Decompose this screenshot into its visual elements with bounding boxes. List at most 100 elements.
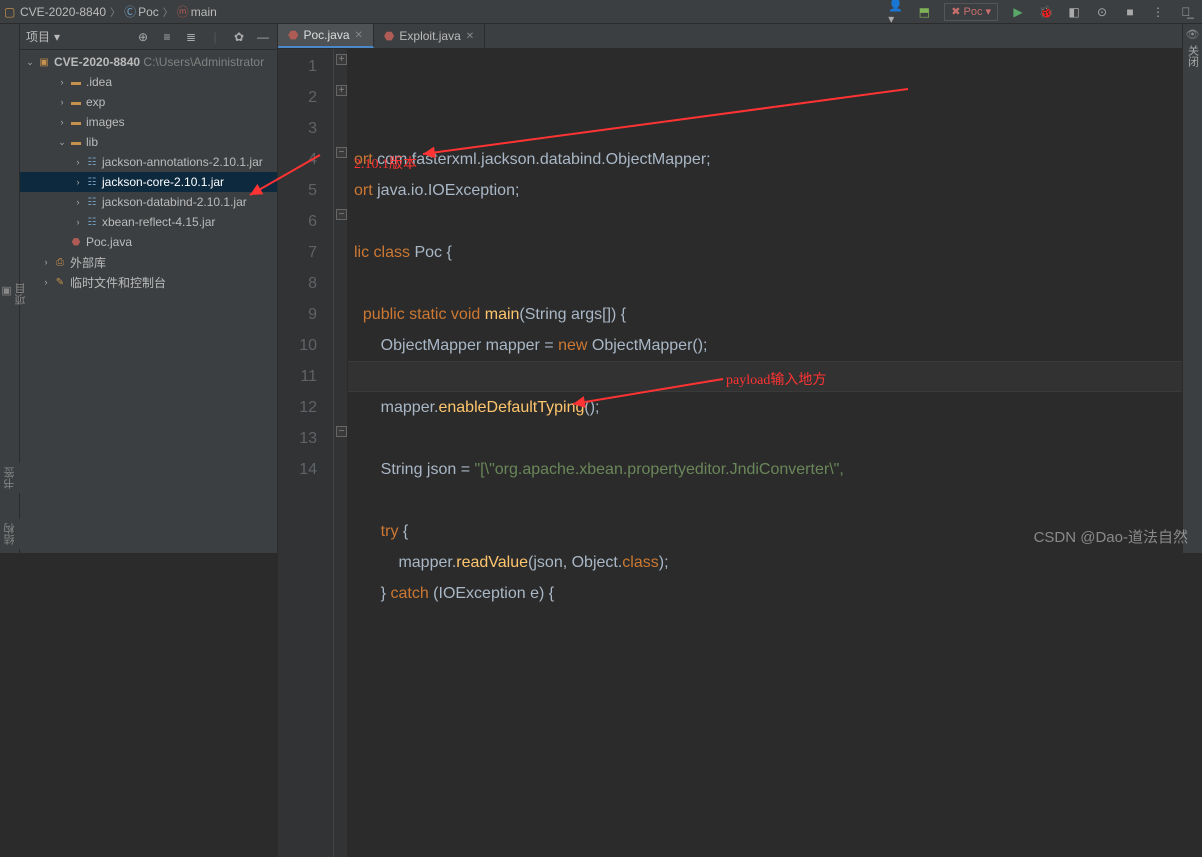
crumb-class[interactable]: Ⓒ Poc (124, 3, 159, 20)
method-icon: ⓜ (177, 3, 189, 20)
run-icon[interactable]: ▶ (1010, 4, 1026, 20)
crumb-label: CVE-2020-8840 (20, 5, 106, 19)
project-tool-icon[interactable]: ▣ (0, 284, 13, 297)
fold-marker-icon[interactable]: + (336, 54, 347, 65)
user-icon[interactable]: 👤▾ (888, 4, 904, 20)
tree-item[interactable]: ⌄▬lib (20, 132, 277, 152)
tree-item-label: jackson-databind-2.10.1.jar (102, 195, 247, 209)
crumb-label: main (191, 5, 217, 19)
crumb-label: Poc (138, 5, 159, 19)
tree-item[interactable]: ›▬images (20, 112, 277, 132)
file-icon: ▬ (68, 95, 84, 109)
fold-marker-icon[interactable]: − (336, 426, 347, 437)
chevron-right-icon: 〉 (163, 4, 173, 19)
chevron-down-icon: ⌄ (24, 57, 36, 68)
left-gutter-structure[interactable]: 结构 (0, 519, 20, 549)
chevron-right-icon: 〉 (110, 4, 120, 19)
main-area: ▣ 项目 项目 ▾ ⊕ ≡ ≣ | ✿ — ⌄ ▣ CVE-2020-8840 (0, 24, 1202, 553)
run-config-label: Poc (964, 6, 983, 18)
class-icon: Ⓒ (124, 3, 136, 20)
tree-root[interactable]: ⌄ ▣ CVE-2020-8840 C:\Users\Administrator (20, 52, 277, 72)
select-opened-file-icon[interactable]: ⊕ (135, 29, 151, 45)
file-icon: ▬ (68, 115, 84, 129)
left-gutter-bookmarks[interactable]: 书签 (0, 463, 20, 493)
expand-icon: › (72, 197, 84, 207)
coverage-icon[interactable]: ◧ (1066, 4, 1082, 20)
folder-icon: ▣ (36, 55, 52, 69)
tree-item[interactable]: ›☷jackson-databind-2.10.1.jar (20, 192, 277, 212)
tree-item[interactable]: ⬣Poc.java (20, 232, 277, 252)
fold-column: + + − − − (334, 49, 348, 857)
tree-item-label: 外部库 (70, 254, 106, 271)
collapse-all-icon[interactable]: ≡ (159, 29, 175, 45)
profile-icon[interactable]: ⊙ (1094, 4, 1110, 20)
fold-marker-icon[interactable]: + (336, 85, 347, 96)
tree-item[interactable]: ›✎临时文件和控制台 (20, 272, 277, 292)
crumb-project[interactable]: ▢ CVE-2020-8840 (4, 5, 106, 19)
more-icon[interactable]: ⋮ (1150, 4, 1166, 20)
right-bar-label[interactable]: 关闭 (1185, 45, 1201, 67)
cancel-icon: ✖ (951, 5, 960, 18)
editor-area: ⬣ Poc.java ✕ ⬣ Exploit.java ✕ 1234567891… (278, 24, 1182, 553)
debug-icon[interactable]: 🐞 (1038, 4, 1054, 20)
expand-icon: ⌄ (56, 137, 68, 148)
folder-icon: ▢ (4, 5, 18, 19)
close-tab-icon[interactable]: ✕ (466, 31, 474, 42)
build-icon[interactable]: ⬒ (916, 4, 932, 20)
divider-icon: | (207, 29, 223, 45)
project-panel-header: 项目 ▾ ⊕ ≡ ≣ | ✿ — (20, 24, 277, 50)
expand-icon: › (40, 257, 52, 267)
fold-marker-icon[interactable]: − (336, 147, 347, 158)
toolbar-right: 👤▾ ⬒ ✖ Poc ▾ ▶ 🐞 ◧ ⊙ ■ ⋮ 文̲ (888, 3, 1202, 21)
fold-marker-icon[interactable]: − (336, 209, 347, 220)
file-icon: ☷ (84, 175, 100, 189)
line-gutter: 1234567891011121314 (278, 49, 334, 857)
expand-icon: › (72, 217, 84, 227)
file-icon: ✎ (52, 275, 68, 289)
tab-exploit[interactable]: ⬣ Exploit.java ✕ (374, 24, 485, 48)
tab-poc[interactable]: ⬣ Poc.java ✕ (278, 24, 374, 48)
translate-icon[interactable]: 文̲ (1178, 4, 1194, 20)
file-icon: ☷ (84, 195, 100, 209)
java-class-icon: ⬣ (384, 29, 394, 43)
tree-root-path: C:\Users\Administrator (143, 55, 264, 69)
project-panel-title[interactable]: 项目 ▾ (26, 28, 60, 45)
expand-icon: › (56, 77, 68, 87)
tree-item[interactable]: ›☷jackson-annotations-2.10.1.jar (20, 152, 277, 172)
file-icon: ⬣ (68, 235, 84, 249)
expand-icon: › (56, 97, 68, 107)
left-gutter-label[interactable]: 项目 (13, 283, 29, 305)
tree-item[interactable]: ›▬exp (20, 92, 277, 112)
code-editor[interactable]: 1234567891011121314 + + − − − ort com.fa… (278, 49, 1182, 857)
run-config-selector[interactable]: ✖ Poc ▾ (944, 3, 998, 21)
hide-icon[interactable]: — (255, 29, 271, 45)
settings-icon[interactable]: ✿ (231, 29, 247, 45)
tab-label: Poc.java (303, 28, 349, 42)
java-class-icon: ⬣ (288, 28, 298, 42)
expand-icon: › (40, 277, 52, 287)
stop-icon[interactable]: ■ (1122, 4, 1138, 20)
file-icon: ☷ (84, 215, 100, 229)
tree-item[interactable]: ›⎙外部库 (20, 252, 277, 272)
close-tab-icon[interactable]: ✕ (355, 30, 363, 41)
tree-item-label: jackson-annotations-2.10.1.jar (102, 155, 263, 169)
project-panel: 项目 ▾ ⊕ ≡ ≣ | ✿ — ⌄ ▣ CVE-2020-8840 C:\Us… (20, 24, 278, 553)
tree-item-label: images (86, 115, 125, 129)
right-tool-gutter: 👁 关闭 (1182, 24, 1202, 553)
tree-item-label: 临时文件和控制台 (70, 274, 166, 291)
tree-item-label: jackson-core-2.10.1.jar (102, 175, 224, 189)
editor-tabs: ⬣ Poc.java ✕ ⬣ Exploit.java ✕ (278, 24, 1182, 49)
tree-root-name: CVE-2020-8840 (54, 55, 140, 69)
file-icon: ▬ (68, 135, 84, 149)
tree-item[interactable]: ›▬.idea (20, 72, 277, 92)
file-icon: ☷ (84, 155, 100, 169)
top-toolbar: ▢ CVE-2020-8840 〉 Ⓒ Poc 〉 ⓜ main 👤▾ ⬒ ✖ … (0, 0, 1202, 24)
tree-item-label: xbean-reflect-4.15.jar (102, 215, 215, 229)
inspections-icon[interactable]: 👁 (1186, 28, 1200, 41)
code-content[interactable]: ort com.fasterxml.jackson.databind.Objec… (348, 49, 1182, 857)
crumb-method[interactable]: ⓜ main (177, 3, 217, 20)
tree-item[interactable]: ›☷jackson-core-2.10.1.jar (20, 172, 277, 192)
chevron-down-icon: ▾ (54, 30, 60, 44)
expand-all-icon[interactable]: ≣ (183, 29, 199, 45)
tree-item[interactable]: ›☷xbean-reflect-4.15.jar (20, 212, 277, 232)
